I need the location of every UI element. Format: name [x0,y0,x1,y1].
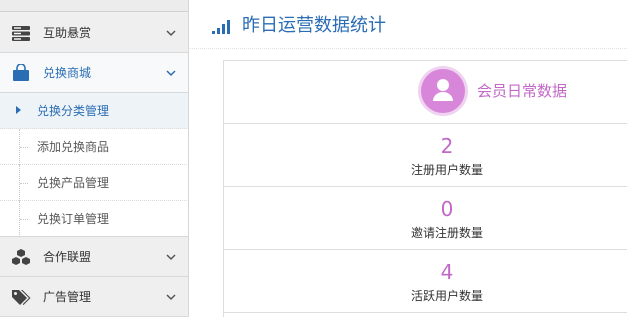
submenu-item-label: 添加兑换商品 [37,140,110,154]
tree-line [20,147,28,148]
stats-panel: 会员日常数据 2 注册用户数量 0 邀请注册数量 4 活跃用户数量 [223,60,627,317]
sidebar-item-label: 合作联盟 [43,250,92,264]
sidebar-item-label: 兑换商城 [43,66,92,80]
stat-invited-registrations: 0 邀请注册数量 [224,187,627,250]
stat-value: 4 [440,260,454,284]
cubes-icon [12,249,30,265]
chevron-down-icon [166,30,176,37]
main-content: 昨日运营数据统计 会员日常数据 2 注册用户数量 0 邀请注册数量 4 活跃用户… [190,0,627,317]
stat-registered-users: 2 注册用户数量 [224,124,627,187]
submenu-exchange: 兑换分类管理 添加兑换商品 兑换产品管理 兑换订单管理 [0,93,188,237]
stat-label: 活跃用户数量 [410,289,483,303]
submenu-item-category-management[interactable]: 兑换分类管理 [0,93,188,129]
section-label: 会员日常数据 [477,82,568,100]
sidebar-item-exchange-mall[interactable]: 兑换商城 [0,53,188,93]
sidebar-item-rewards[interactable]: 互助悬赏 [0,13,188,53]
submenu-item-add-product[interactable]: 添加兑换商品 [0,129,188,165]
shopping-bag-icon [13,64,29,81]
caret-right-icon [16,106,21,114]
sidebar-item-partial[interactable] [0,0,188,12]
sidebar-item-label: 互助悬赏 [43,26,92,40]
stat-label: 注册用户数量 [410,163,483,177]
tags-icon [12,290,31,305]
user-icon [421,69,465,113]
submenu-item-product-management[interactable]: 兑换产品管理 [0,165,188,201]
sidebar: 互助悬赏 兑换商城 兑换分类管理 添加兑换商品 兑换产品管理 兑换订单管理 合作… [0,0,189,317]
submenu-item-label: 兑换分类管理 [37,104,110,118]
chevron-down-icon [166,70,176,77]
server-icon [12,26,30,41]
page-header: 昨日运营数据统计 [190,0,627,49]
menu-icon [12,0,28,4]
submenu-item-label: 兑换产品管理 [37,176,110,190]
sidebar-item-ads[interactable]: 广告管理 [0,277,188,317]
chevron-down-icon [166,294,176,301]
tree-line [20,219,28,220]
stats-header: 会员日常数据 [224,61,627,124]
signal-bars-icon [212,20,230,34]
stat-value: 0 [440,197,454,221]
page-title: 昨日运营数据统计 [242,15,386,36]
chevron-down-icon [166,254,176,261]
sidebar-item-label: 广告管理 [43,290,92,304]
stat-active-users: 4 活跃用户数量 [224,250,627,313]
submenu-item-label: 兑换订单管理 [37,212,110,226]
stat-value: 2 [440,134,454,158]
tree-line [20,183,28,184]
stat-label: 邀请注册数量 [410,226,483,240]
submenu-item-order-management[interactable]: 兑换订单管理 [0,201,188,237]
sidebar-item-alliance[interactable]: 合作联盟 [0,237,188,277]
